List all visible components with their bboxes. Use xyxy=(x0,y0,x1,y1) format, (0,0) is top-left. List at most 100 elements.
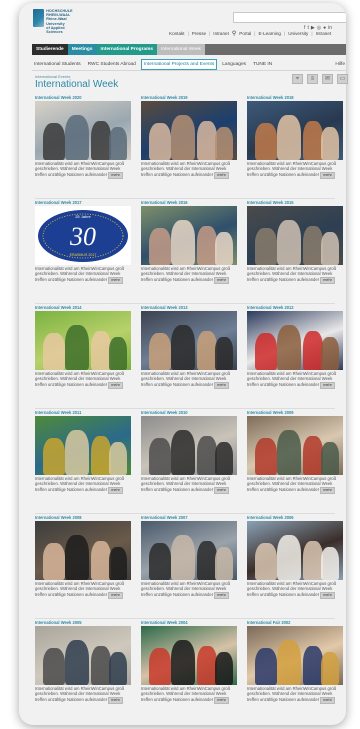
event-card[interactable]: International Week 2005 Internationalität… xyxy=(35,620,131,704)
photo-figure xyxy=(197,646,217,685)
more-button[interactable]: mehr xyxy=(108,276,123,284)
subnav-students-abroad[interactable]: RWC Students Abroad xyxy=(86,60,138,69)
event-card[interactable]: International Week 2006 Internationalität… xyxy=(247,515,343,599)
print-icon[interactable]: ▭ xyxy=(337,74,348,84)
event-card[interactable]: International Week 2018 Internationalität… xyxy=(247,95,343,179)
more-button[interactable]: mehr xyxy=(320,486,335,494)
more-button[interactable]: mehr xyxy=(108,381,123,389)
event-card[interactable]: International Week 2020 Internationalität… xyxy=(35,95,131,179)
event-card[interactable]: International Week 2010 Internationalität… xyxy=(141,410,237,494)
event-card[interactable]: International Week 2009 Internationalität… xyxy=(247,410,343,494)
more-button[interactable]: mehr xyxy=(320,696,335,704)
top-link-intranet[interactable]: Intranet xyxy=(213,31,229,36)
event-photo[interactable] xyxy=(141,626,237,685)
event-card[interactable]: International Week 2004 Internationalität… xyxy=(141,620,237,704)
photo-figure xyxy=(197,226,217,265)
event-card[interactable]: International Week 2007 Internationalität… xyxy=(141,515,237,599)
card-description: Internationalität wird am RheinWinCampus… xyxy=(35,371,125,389)
event-photo[interactable] xyxy=(35,521,131,580)
subnav-projects-events[interactable]: International Projects and Events xyxy=(140,58,218,70)
subnav-tune-in[interactable]: TUNE IN xyxy=(251,60,274,69)
top-link-elearning[interactable]: E-Learning xyxy=(259,31,281,36)
event-photo[interactable] xyxy=(247,521,343,580)
event-card[interactable]: International Week 2019 Internationalität… xyxy=(141,95,237,179)
more-button[interactable]: mehr xyxy=(320,591,335,599)
top-link-presse[interactable]: Presse xyxy=(192,31,206,36)
photo-figure xyxy=(255,648,277,685)
subnav-help[interactable]: Hilfe xyxy=(333,60,346,69)
photo-figure xyxy=(43,333,65,370)
event-photo[interactable] xyxy=(141,311,237,370)
page-tools: ⌖ ≡ ✉ ▭ xyxy=(292,74,348,84)
card-description: Internationalität wird am RheinWinCampus… xyxy=(141,266,231,284)
more-button[interactable]: mehr xyxy=(320,276,335,284)
photo-figure xyxy=(215,547,233,580)
top-link-portal[interactable]: Portal xyxy=(239,31,251,36)
event-card[interactable]: International Week 2015 Internationalität… xyxy=(247,200,343,284)
event-card[interactable]: International Week 2014 Internationalität… xyxy=(35,305,131,389)
event-photo[interactable] xyxy=(35,101,131,160)
location-icon[interactable]: ⌖ xyxy=(292,74,303,84)
event-photo[interactable] xyxy=(141,101,237,160)
more-button[interactable]: mehr xyxy=(108,171,123,179)
event-card[interactable]: International Week 2011 Internationalität… xyxy=(35,410,131,494)
event-card[interactable]: International Fair 2002 Internationalität… xyxy=(247,620,343,704)
event-card[interactable]: International Week 2012 Internationalität… xyxy=(247,305,343,389)
photo-figure xyxy=(91,541,111,580)
more-button[interactable]: mehr xyxy=(108,486,123,494)
event-card[interactable]: International Week 2017 25 Jahre 30 ERASMUS… xyxy=(35,200,131,284)
event-card[interactable]: International Week 2008 Internationalität… xyxy=(35,515,131,599)
badge-top-text: 25 Jahre xyxy=(75,214,91,219)
photo-figure xyxy=(65,430,89,475)
more-button[interactable]: mehr xyxy=(320,171,335,179)
event-photo[interactable] xyxy=(247,206,343,265)
event-photo[interactable] xyxy=(247,101,343,160)
event-photo[interactable] xyxy=(35,311,131,370)
event-photo[interactable] xyxy=(141,521,237,580)
more-button[interactable]: mehr xyxy=(214,171,229,179)
nav-item-international-week[interactable]: International Week xyxy=(157,44,205,55)
photo-figure xyxy=(321,547,339,580)
photo-figure xyxy=(149,543,171,580)
more-button[interactable]: mehr xyxy=(214,276,229,284)
event-photo[interactable] xyxy=(141,416,237,475)
event-photo[interactable] xyxy=(247,311,343,370)
subnav-international-students[interactable]: International Students xyxy=(32,60,83,69)
more-button[interactable]: mehr xyxy=(108,591,123,599)
event-photo[interactable] xyxy=(35,626,131,685)
event-photo[interactable]: 25 Jahre 30 ERASMUS 2017 xyxy=(35,206,131,265)
event-photo[interactable] xyxy=(141,206,237,265)
photo-figure xyxy=(215,652,233,685)
card-description: Internationalität wird am RheinWinCampus… xyxy=(141,581,231,599)
search-icon[interactable]: ⚲ xyxy=(232,30,236,37)
photo-figure xyxy=(277,325,301,370)
nav-item-meetings[interactable]: Meetings xyxy=(67,44,97,55)
subnav-languages[interactable]: Languages xyxy=(220,60,248,69)
row-divider xyxy=(35,198,335,199)
more-button[interactable]: mehr xyxy=(214,696,229,704)
event-photo[interactable] xyxy=(35,416,131,475)
event-photo[interactable] xyxy=(247,416,343,475)
nav-item-studierende[interactable]: Studierende xyxy=(32,44,68,55)
list-icon[interactable]: ≡ xyxy=(307,74,318,84)
event-card[interactable]: International Week 2013 Internationalität… xyxy=(141,305,237,389)
university-logo[interactable]: HOCHSCHULE RHEIN-WAAL Rhine-Waal Univers… xyxy=(33,9,81,35)
event-photo[interactable] xyxy=(247,626,343,685)
more-button[interactable]: mehr xyxy=(214,486,229,494)
more-button[interactable]: mehr xyxy=(108,696,123,704)
top-link-kontakt[interactable]: Kontakt xyxy=(169,31,185,36)
mail-icon[interactable]: ✉ xyxy=(322,74,333,84)
search-input[interactable] xyxy=(233,12,346,23)
nav-item-international-programs[interactable]: International Programs xyxy=(96,44,158,55)
more-button[interactable]: mehr xyxy=(320,381,335,389)
main-navigation: Studierende Meetings International Progr… xyxy=(32,44,346,55)
logo-line: of Applied Sciences xyxy=(46,25,65,35)
top-link-intranet-2[interactable]: Intranet xyxy=(316,31,332,36)
event-card[interactable]: International Week 2016 Internationalität… xyxy=(141,200,237,284)
more-button[interactable]: mehr xyxy=(214,381,229,389)
photo-figure xyxy=(171,535,195,580)
more-button[interactable]: mehr xyxy=(214,591,229,599)
photo-figure xyxy=(197,331,217,370)
top-links: Kontakt | Presse | Intranet ⚲ Portal | E… xyxy=(169,30,332,37)
top-link-university[interactable]: University xyxy=(288,31,308,36)
